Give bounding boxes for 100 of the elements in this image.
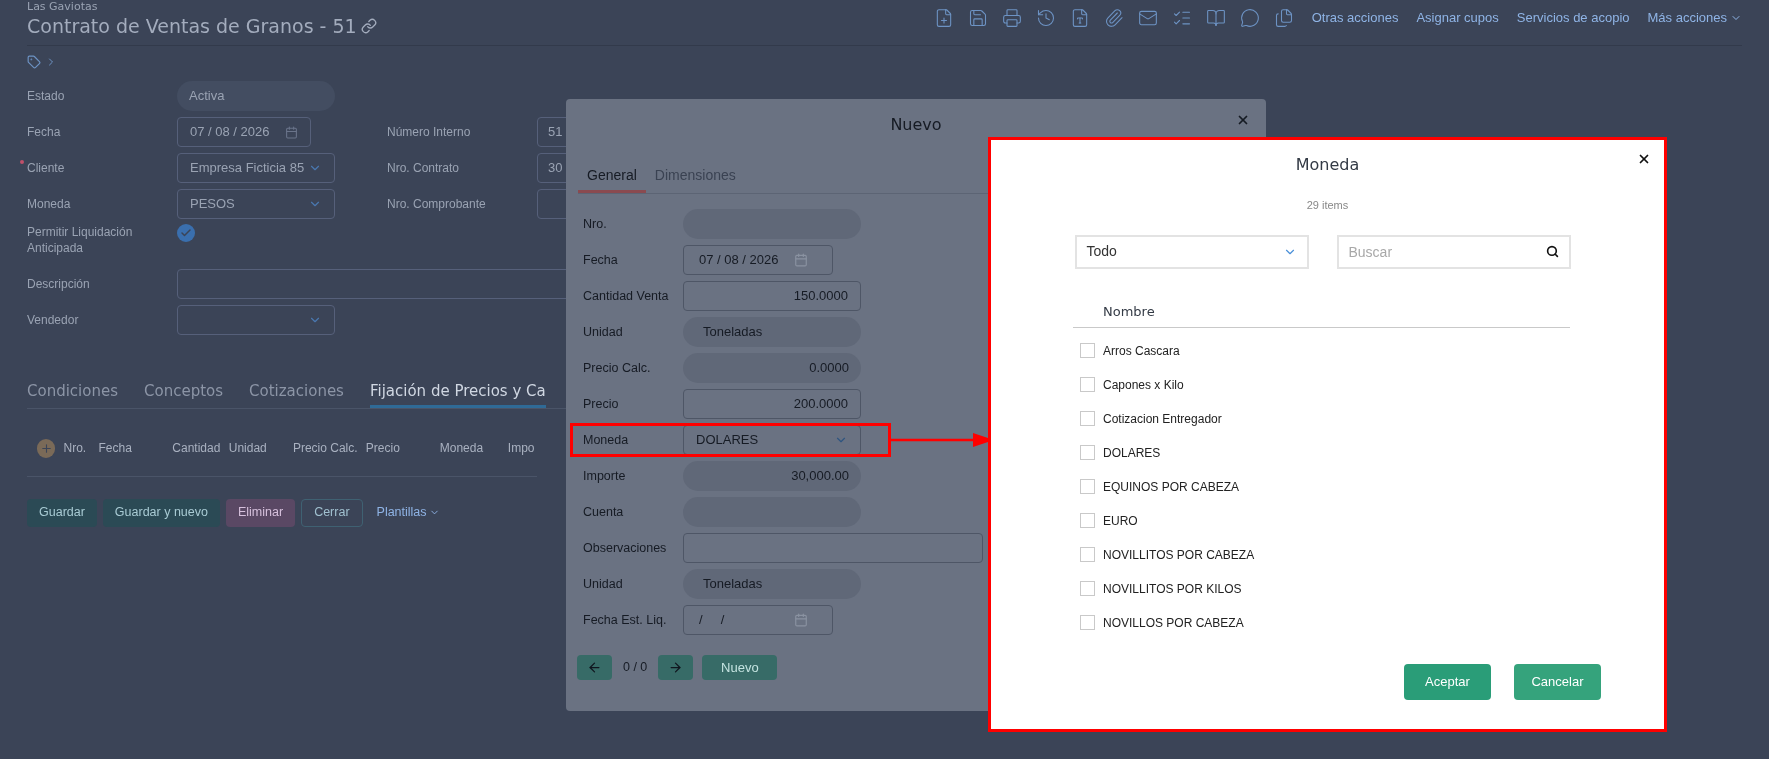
field-label: Permitir Liquidación Anticipada <box>27 224 134 256</box>
tab[interactable]: Fijación de Precios y Ca <box>369 380 546 408</box>
select-field[interactable]: PESOS <box>177 189 335 219</box>
checkbox[interactable] <box>1080 377 1095 392</box>
tab[interactable]: General <box>578 165 646 193</box>
add-icon[interactable] <box>37 438 56 458</box>
templates-link[interactable]: Plantillas <box>368 498 448 527</box>
modal-title: Nuevo <box>890 114 942 136</box>
documents-icon[interactable] <box>1273 8 1294 28</box>
list-item-label[interactable]: NOVILLOS POR CABEZA <box>1103 613 1244 632</box>
save-icon[interactable] <box>967 8 988 28</box>
field-label: Fecha <box>583 251 619 269</box>
tab[interactable]: Condiciones <box>27 380 118 408</box>
list-item-label[interactable]: Arros Cascara <box>1103 341 1180 360</box>
calendar-icon <box>285 125 298 139</box>
field-label: Número Interno <box>387 124 472 141</box>
history-icon[interactable] <box>1035 8 1056 28</box>
mail-icon[interactable] <box>1137 8 1158 28</box>
filter-select[interactable]: Todo <box>1074 234 1309 269</box>
item-count: 29 items <box>1306 198 1349 213</box>
cancel-button[interactable]: Cancelar <box>1514 663 1601 700</box>
field-label: Importe <box>583 467 627 485</box>
more-actions-menu[interactable]: Más acciones <box>1647 8 1742 28</box>
column-header: Precio Calc. <box>292 441 359 455</box>
checkbox[interactable] <box>1080 479 1095 494</box>
list-item-label[interactable]: EQUINOS POR CABEZA <box>1103 477 1240 496</box>
select-field[interactable] <box>177 305 335 335</box>
field-label: Nro. Contrato <box>387 160 461 177</box>
paperclip-icon[interactable] <box>1103 8 1124 28</box>
input-field[interactable]: Toneladas <box>683 317 861 347</box>
input-field[interactable]: Toneladas <box>683 569 861 599</box>
tab[interactable]: Conceptos <box>144 380 224 408</box>
field-label: Nro. <box>583 215 608 233</box>
column-header: Unidad <box>228 441 268 455</box>
column-header: Nombre <box>1103 303 1155 319</box>
pager-count: 0 / 0 <box>623 659 648 677</box>
field-label: Cuenta <box>583 503 625 521</box>
field-label: Unidad <box>583 575 624 593</box>
checkbox[interactable] <box>1080 513 1095 528</box>
toolbar-link[interactable]: Asignar cupos <box>1416 8 1499 28</box>
previous-button[interactable] <box>577 655 612 680</box>
checkbox[interactable] <box>1080 343 1095 358</box>
field-label: Unidad <box>583 323 624 341</box>
field-label: Fecha <box>27 124 62 140</box>
column-header: Nro. <box>63 441 88 455</box>
list-item-label[interactable]: Cotizacion Entregador <box>1103 409 1222 428</box>
checkbox[interactable] <box>1080 445 1095 460</box>
date-field[interactable]: 07 / 08 / 2026 <box>177 117 311 147</box>
input-field[interactable]: 150.0000 <box>683 281 861 311</box>
delete-button[interactable]: Eliminar <box>225 498 296 527</box>
list-item-label[interactable]: DOLARES <box>1103 443 1161 462</box>
link-icon[interactable] <box>360 18 377 34</box>
field-label: Precio Calc. <box>583 359 652 377</box>
field-label: Nro. Comprobante <box>387 196 487 213</box>
printer-icon[interactable] <box>1001 8 1022 28</box>
required-mark <box>20 160 24 164</box>
close-button[interactable]: Cerrar <box>301 498 363 527</box>
field-label: Descripción <box>27 276 91 292</box>
list-item-label[interactable]: NOVILLITOS POR CABEZA <box>1103 545 1255 564</box>
checkbox[interactable] <box>1080 547 1095 562</box>
input-field[interactable]: 0.0000 <box>683 353 861 383</box>
tag-icon[interactable] <box>27 55 41 69</box>
list-item-label[interactable]: Capones x Kilo <box>1103 375 1184 394</box>
accept-button[interactable]: Aceptar <box>1404 663 1491 700</box>
input-field[interactable] <box>683 533 983 563</box>
select-field[interactable]: Empresa Ficticia 85 <box>177 153 335 183</box>
save-button[interactable]: Guardar y nuevo <box>102 498 220 527</box>
list-item-label[interactable]: EURO <box>1103 511 1138 530</box>
toolbar-link[interactable]: Otras acciones <box>1311 8 1399 28</box>
field-label: Moneda <box>27 196 72 212</box>
field-label: Fecha Est. Liq. <box>583 611 668 629</box>
search-icon[interactable] <box>1545 244 1559 258</box>
checkbox[interactable] <box>177 224 195 242</box>
column-header: Cantidad <box>172 441 222 455</box>
tab[interactable]: Cotizaciones <box>249 380 344 408</box>
column-header: Precio <box>365 441 401 455</box>
checkbox[interactable] <box>1080 411 1095 426</box>
checkbox[interactable] <box>1080 581 1095 596</box>
field-label: Cliente <box>27 160 66 176</box>
field-label: Estado <box>27 88 66 104</box>
save-button[interactable]: Guardar <box>27 498 97 527</box>
checkbox[interactable] <box>1080 615 1095 630</box>
column-header: Impo <box>507 441 536 455</box>
input-field[interactable]: 200.0000 <box>683 389 861 419</box>
search-field[interactable]: Buscar <box>1336 234 1571 269</box>
field-label: Vendedor <box>27 312 80 328</box>
next-button[interactable] <box>658 655 694 680</box>
check-icon <box>180 227 192 239</box>
book-icon[interactable] <box>1205 8 1226 28</box>
input-field[interactable]: Activa <box>177 81 335 111</box>
input-field[interactable]: 30,000.00 <box>683 461 861 491</box>
toolbar-link[interactable]: Servicios de acopio <box>1516 8 1630 28</box>
field-label: Observaciones <box>583 539 668 557</box>
column-header: Moneda <box>439 441 485 455</box>
date-field[interactable]: 07 / 08 / 2026 <box>683 245 833 275</box>
date-field[interactable]: / / <box>683 605 833 635</box>
new-button[interactable]: Nuevo <box>702 655 778 680</box>
close-icon[interactable] <box>1637 152 1651 166</box>
list-item-label[interactable]: NOVILLITOS POR KILOS <box>1103 579 1242 598</box>
chat-bubble-icon[interactable] <box>1239 8 1260 28</box>
